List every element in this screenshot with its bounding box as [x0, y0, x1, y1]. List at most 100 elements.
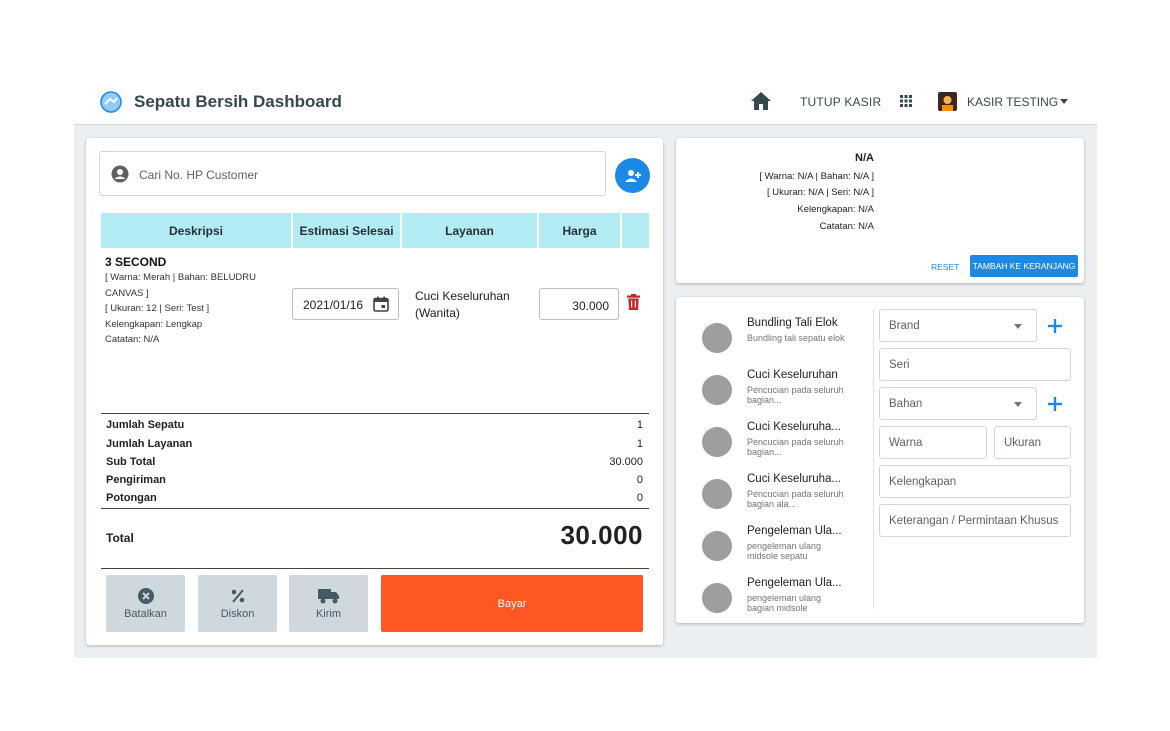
- preview-line-3: Kelengkapan: N/A: [797, 204, 874, 215]
- item-detail-1: [ Warna: Merah | Bahan: BELUDRU CANVAS ]: [105, 272, 257, 299]
- list-item[interactable]: Cuci Keseluruha... Pencucian pada seluru…: [702, 421, 872, 471]
- summary-row: Pengiriman 0: [106, 474, 643, 486]
- service-name: Cuci Keseluruhan: [747, 369, 838, 381]
- summary-row: Jumlah Layanan 1: [106, 438, 643, 450]
- item-details: [ Warna: Merah | Bahan: BELUDRU CANVAS ]…: [105, 270, 275, 348]
- total-value: 30.000: [560, 520, 643, 550]
- seri-placeholder: Seri: [889, 359, 910, 371]
- header-estimasi: Estimasi Selesai: [293, 213, 402, 248]
- service-desc: pengeleman ulang bagian midsole: [747, 593, 822, 613]
- preview-line-4: Catatan: N/A: [819, 221, 874, 232]
- header-layanan: Layanan: [402, 213, 539, 248]
- preview-line-2: [ Ukuran: N/A | Seri: N/A ]: [766, 187, 874, 198]
- diskon-label: Diskon: [220, 607, 255, 620]
- search-input[interactable]: Cari No. HP Customer: [99, 151, 606, 196]
- header-empty: [622, 213, 649, 248]
- service-desc: Pencucian pada seluruh bagian ala...: [747, 489, 844, 509]
- keterangan-field[interactable]: Keterangan / Permintaan Khusus: [879, 504, 1071, 537]
- summary-value: 30.000: [609, 456, 643, 468]
- table-header: Deskripsi Estimasi Selesai Layanan Harga: [101, 213, 649, 248]
- user-menu[interactable]: KASIR TESTING: [967, 95, 1058, 109]
- cancel-icon: [137, 587, 154, 604]
- service-form-panel: Bundling Tali Elok Bundling tali sepatu …: [676, 297, 1084, 623]
- kirim-label: Kirim: [315, 607, 342, 620]
- apps-grid-icon[interactable]: [900, 95, 912, 107]
- service-desc: Pencucian pada seluruh bagian...: [747, 385, 844, 405]
- home-icon[interactable]: [750, 91, 772, 111]
- truck-icon: [317, 588, 339, 603]
- service-name: Cuci Keseluruha...: [747, 421, 841, 433]
- trash-icon[interactable]: [627, 294, 640, 310]
- keterangan-placeholder: Keterangan / Permintaan Khusus: [889, 515, 1059, 527]
- preview-line-1: [ Warna: N/A | Bahan: N/A ]: [759, 171, 874, 182]
- summary-value: 0: [636, 492, 643, 504]
- panel-divider: [873, 309, 874, 609]
- service-thumbnail: [702, 375, 732, 405]
- seri-field[interactable]: Seri: [879, 348, 1071, 381]
- summary-divider: [101, 413, 649, 414]
- kelengkapan-field[interactable]: Kelengkapan: [879, 465, 1071, 498]
- summary-row: Sub Total 30.000: [106, 456, 643, 468]
- add-customer-button[interactable]: [615, 158, 650, 193]
- bahan-label: Bahan: [889, 398, 923, 410]
- brand-select[interactable]: Brand: [879, 309, 1037, 342]
- list-item[interactable]: Pengeleman Ula... pengeleman ulang bagia…: [702, 577, 872, 617]
- warna-placeholder: Warna: [889, 437, 923, 449]
- add-brand-icon[interactable]: [1048, 319, 1062, 333]
- warna-field[interactable]: Warna: [879, 426, 987, 459]
- total-divider: [101, 508, 649, 509]
- summary-value: 1: [636, 438, 643, 450]
- service-name: Cuci Keseluruha...: [747, 473, 841, 485]
- item-detail-4: Catatan: N/A: [105, 334, 160, 345]
- summary-row: Potongan 0: [106, 492, 643, 504]
- preview-title: N/A: [855, 152, 874, 164]
- add-to-cart-button[interactable]: TAMBAH KE KERANJANG: [970, 255, 1078, 277]
- chevron-down-icon: [1014, 402, 1022, 407]
- service-desc: Bundling tali sepatu elok: [747, 333, 845, 343]
- logo-icon: [100, 91, 122, 113]
- summary-label: Pengiriman: [106, 474, 166, 486]
- list-item[interactable]: Pengeleman Ula... pengeleman ulang midso…: [702, 525, 872, 575]
- page-title: Sepatu Bersih Dashboard: [134, 92, 342, 111]
- chevron-down-icon[interactable]: [1060, 99, 1068, 104]
- account-circle-icon: [111, 165, 129, 183]
- list-item[interactable]: Bundling Tali Elok Bundling tali sepatu …: [702, 317, 872, 367]
- total-label: Total: [106, 531, 134, 545]
- bayar-button[interactable]: Bayar: [381, 575, 643, 632]
- list-item[interactable]: Cuci Keseluruhan Pencucian pada seluruh …: [702, 369, 872, 419]
- price-input[interactable]: 30.000: [539, 288, 619, 320]
- service-name: Pengeleman Ula...: [747, 525, 842, 537]
- summary-value: 1: [636, 419, 643, 431]
- add-bahan-icon[interactable]: [1048, 397, 1062, 411]
- calendar-icon[interactable]: [373, 296, 389, 312]
- service-thumbnail: [702, 531, 732, 561]
- item-name: 3 SECOND: [105, 255, 167, 269]
- header-deskripsi: Deskripsi: [101, 213, 293, 248]
- cart-panel: Cari No. HP Customer Deskripsi Estimasi …: [86, 138, 663, 645]
- kirim-button[interactable]: Kirim: [289, 575, 368, 632]
- date-input[interactable]: 2021/01/16: [292, 288, 399, 320]
- avatar[interactable]: [938, 92, 957, 111]
- tutup-kasir-button[interactable]: TUTUP KASIR: [800, 95, 881, 109]
- percent-icon: [231, 588, 244, 603]
- diskon-button[interactable]: Diskon: [198, 575, 277, 632]
- service-desc: pengeleman ulang midsole sepatu: [747, 541, 822, 561]
- summary-label: Jumlah Sepatu: [106, 419, 185, 431]
- ukuran-field[interactable]: Ukuran: [994, 426, 1071, 459]
- chevron-down-icon: [1014, 324, 1022, 329]
- service-thumbnail: [702, 479, 732, 509]
- service-desc: Pencucian pada seluruh bagian...: [747, 437, 844, 457]
- summary-value: 0: [636, 474, 643, 486]
- reset-button[interactable]: RESET: [931, 262, 959, 272]
- service-list: Bundling Tali Elok Bundling tali sepatu …: [676, 307, 872, 617]
- bahan-select[interactable]: Bahan: [879, 387, 1037, 420]
- top-bar: Sepatu Bersih Dashboard TUTUP KASIR KASI…: [74, 80, 1097, 125]
- search-placeholder: Cari No. HP Customer: [139, 168, 259, 182]
- add-user-icon: [624, 169, 641, 182]
- batalkan-button[interactable]: Batalkan: [106, 575, 185, 632]
- price-value: 30.000: [572, 299, 609, 313]
- list-item[interactable]: Cuci Keseluruha... Pencucian pada seluru…: [702, 473, 872, 523]
- service-thumbnail: [702, 323, 732, 353]
- summary-label: Jumlah Layanan: [106, 438, 193, 450]
- date-value: 2021/01/16: [303, 298, 364, 312]
